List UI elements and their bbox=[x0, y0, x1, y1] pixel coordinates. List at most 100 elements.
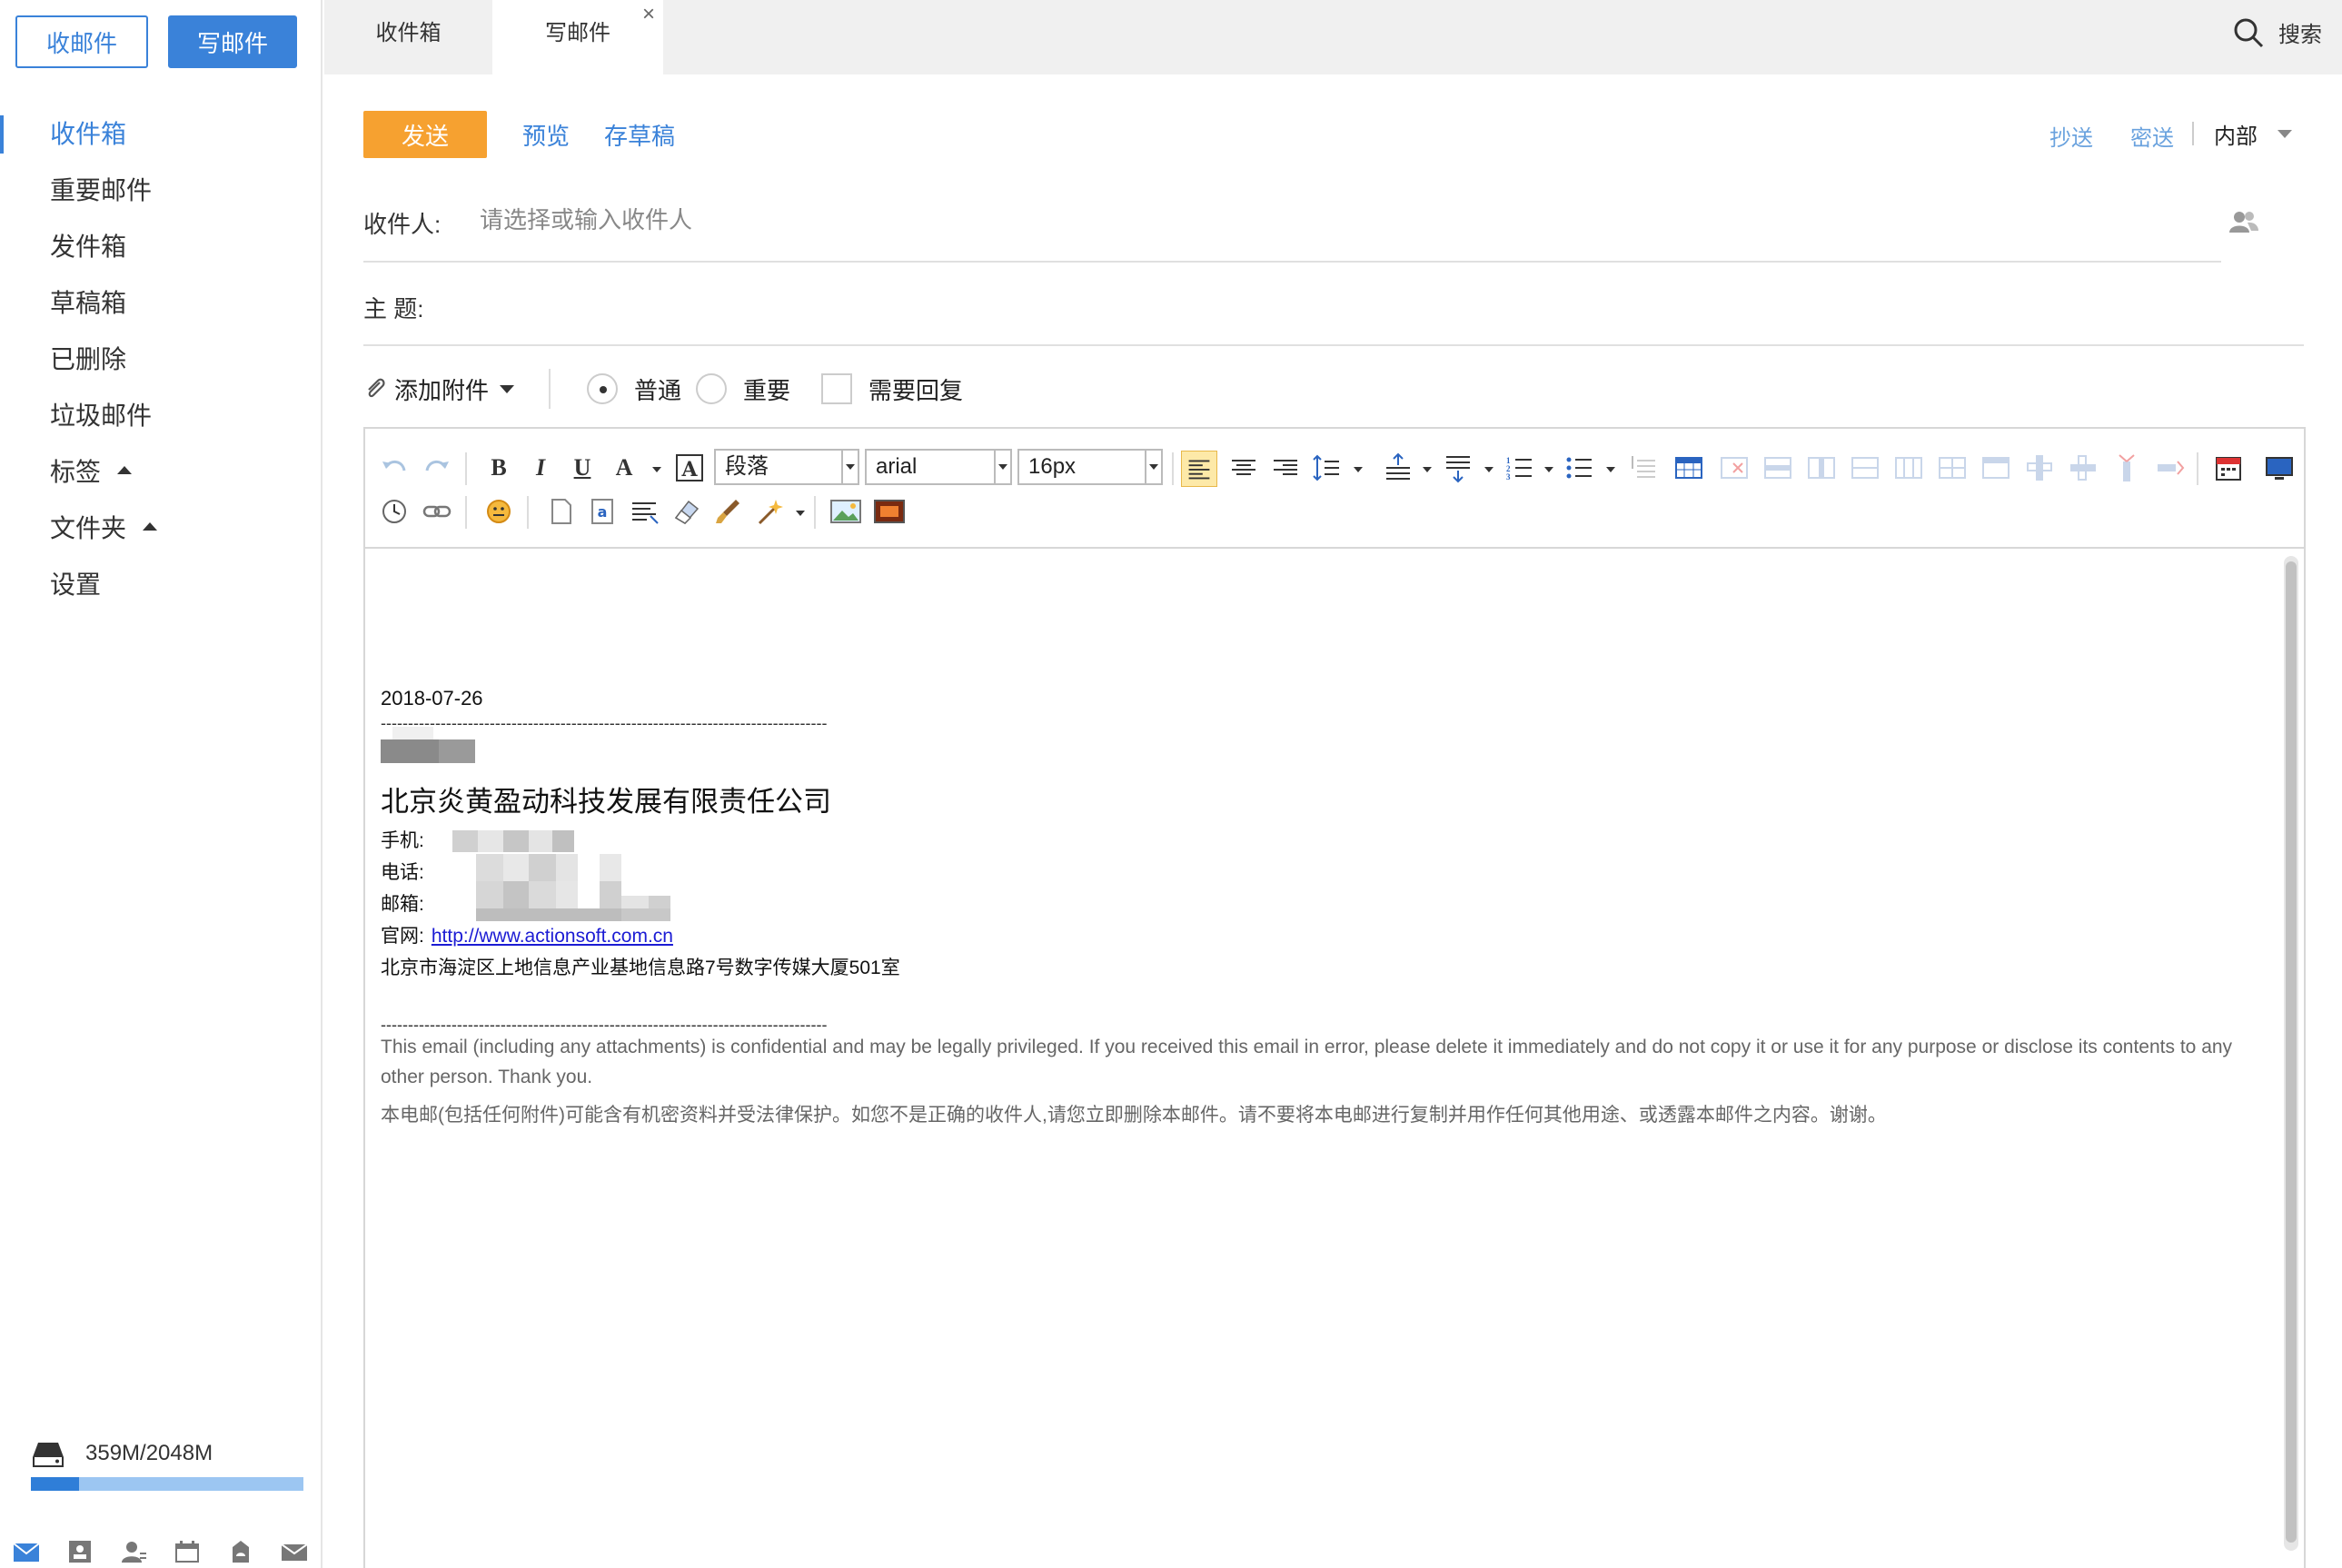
website-link[interactable]: http://www.actionsoft.com.cn bbox=[432, 926, 673, 947]
chevron-down-icon[interactable] bbox=[1423, 467, 1432, 472]
scrollbar-thumb[interactable] bbox=[2286, 561, 2297, 1543]
highlight-icon[interactable]: A bbox=[674, 452, 705, 483]
redacted-contact bbox=[600, 854, 621, 881]
table-props-icon[interactable] bbox=[1980, 452, 2011, 483]
row-insert-icon[interactable] bbox=[2068, 452, 2099, 483]
search-button[interactable]: 搜索 bbox=[2233, 16, 2322, 48]
scope-select[interactable]: 内部 bbox=[2214, 118, 2292, 150]
tab-compose[interactable]: 写邮件 bbox=[492, 0, 663, 74]
separator-line: ----------------------------------------… bbox=[381, 714, 828, 732]
person-icon[interactable] bbox=[120, 1540, 147, 1563]
mail-icon[interactable] bbox=[13, 1540, 41, 1563]
nav-item-important[interactable]: 重要邮件 bbox=[0, 163, 321, 219]
nav-item-drafts[interactable]: 草稿箱 bbox=[0, 275, 321, 332]
redacted-contact bbox=[452, 830, 478, 852]
redacted-contact bbox=[478, 830, 503, 852]
caret-up-icon[interactable] bbox=[117, 466, 133, 475]
to-label: 收件人: bbox=[363, 211, 442, 238]
align-center-icon[interactable] bbox=[1228, 452, 1259, 483]
font-size-select[interactable]: 16px bbox=[1017, 449, 1163, 485]
envelope-icon[interactable] bbox=[280, 1540, 308, 1563]
bold-icon[interactable]: B bbox=[483, 452, 514, 483]
table-insert-row-icon[interactable] bbox=[1762, 452, 1793, 483]
eraser-icon[interactable] bbox=[670, 496, 701, 527]
nav-item-tags[interactable]: 标签 bbox=[0, 444, 321, 501]
preview-link[interactable]: 预览 bbox=[522, 118, 570, 152]
chevron-down-icon[interactable] bbox=[1354, 467, 1363, 472]
add-attachment-button[interactable]: 添加附件 bbox=[363, 372, 515, 406]
receive-mail-button[interactable]: 收邮件 bbox=[15, 15, 148, 68]
nav-label: 文件夹 bbox=[50, 514, 127, 542]
contacts-card-icon[interactable] bbox=[66, 1540, 94, 1563]
undo-icon[interactable] bbox=[379, 452, 410, 483]
italic-icon[interactable]: I bbox=[525, 452, 556, 483]
nav-item-settings[interactable]: 设置 bbox=[0, 557, 321, 613]
contacts-icon[interactable] bbox=[2228, 209, 2260, 236]
calendar-icon[interactable] bbox=[174, 1540, 201, 1563]
emoji-icon[interactable] bbox=[483, 496, 514, 527]
nav-item-spam[interactable]: 垃圾邮件 bbox=[0, 388, 321, 444]
table-icon[interactable] bbox=[1673, 452, 1704, 483]
col-insert-icon[interactable] bbox=[2024, 452, 2055, 483]
chevron-down-icon[interactable] bbox=[1544, 467, 1553, 472]
preview-screen-icon[interactable] bbox=[2264, 452, 2295, 483]
para-spacing-bottom-icon[interactable] bbox=[1443, 452, 1474, 483]
link-icon[interactable] bbox=[422, 496, 452, 527]
image-icon[interactable] bbox=[829, 496, 863, 527]
font-color-icon[interactable]: A bbox=[609, 452, 640, 483]
table-split-icon[interactable] bbox=[1893, 452, 1924, 483]
nav-item-deleted[interactable]: 已删除 bbox=[0, 332, 321, 388]
close-icon[interactable]: × bbox=[642, 2, 655, 27]
date-icon[interactable] bbox=[2213, 452, 2244, 483]
cc-link[interactable]: 抄送 bbox=[2049, 120, 2093, 152]
col-delete-icon[interactable] bbox=[2111, 452, 2142, 483]
text-direction-icon[interactable] bbox=[1628, 452, 1659, 483]
subject-input[interactable] bbox=[445, 286, 2298, 323]
line-height-icon[interactable] bbox=[1312, 452, 1343, 483]
chevron-down-icon[interactable] bbox=[796, 511, 805, 516]
time-icon[interactable] bbox=[379, 496, 410, 527]
row-delete-icon[interactable] bbox=[2155, 452, 2186, 483]
paragraph-select[interactable]: 段落 bbox=[714, 449, 859, 485]
align-right-icon[interactable] bbox=[1270, 452, 1301, 483]
recipient-input[interactable] bbox=[480, 202, 2206, 238]
compose-mail-button[interactable]: 写邮件 bbox=[168, 15, 297, 68]
table-merge-icon[interactable] bbox=[1850, 452, 1881, 483]
chevron-down-icon[interactable] bbox=[1484, 467, 1494, 472]
send-button[interactable]: 发送 bbox=[363, 111, 487, 158]
nav-item-inbox[interactable]: 收件箱 bbox=[0, 106, 321, 163]
unordered-list-icon[interactable] bbox=[1564, 452, 1595, 483]
tab-inbox[interactable]: 收件箱 bbox=[324, 0, 492, 74]
magic-wand-icon[interactable] bbox=[754, 496, 785, 527]
underline-icon[interactable]: U bbox=[567, 452, 598, 483]
new-document-icon[interactable] bbox=[545, 496, 576, 527]
ordered-list-icon[interactable]: 123 bbox=[1504, 452, 1535, 483]
redacted-contact bbox=[552, 830, 574, 852]
chevron-down-icon[interactable] bbox=[1606, 467, 1615, 472]
priority-important-radio[interactable] bbox=[696, 373, 728, 404]
bcc-link[interactable]: 密送 bbox=[2130, 120, 2174, 152]
font-family-select[interactable]: arial bbox=[865, 449, 1012, 485]
select-all-icon[interactable]: a bbox=[587, 496, 618, 527]
priority-normal-radio[interactable] bbox=[587, 373, 619, 404]
table-cells-icon[interactable] bbox=[1937, 452, 1968, 483]
align-left-icon[interactable] bbox=[1181, 451, 1217, 487]
scrollbar[interactable] bbox=[2284, 556, 2298, 1551]
chevron-down-icon[interactable] bbox=[652, 467, 661, 472]
media-icon[interactable] bbox=[872, 496, 907, 527]
table-insert-col-icon[interactable] bbox=[1806, 452, 1837, 483]
format-painter-icon[interactable] bbox=[712, 496, 743, 527]
need-reply-checkbox[interactable] bbox=[821, 373, 853, 404]
caret-up-icon[interactable] bbox=[143, 522, 158, 531]
nav-item-folders[interactable]: 文件夹 bbox=[0, 501, 321, 557]
nav-label: 已删除 bbox=[50, 345, 127, 373]
editor-content[interactable]: 2018-07-26 -----------------------------… bbox=[365, 551, 2268, 1568]
table-delete-icon[interactable] bbox=[1719, 452, 1750, 483]
nav-item-sent[interactable]: 发件箱 bbox=[0, 219, 321, 275]
redacted-contact bbox=[529, 854, 556, 881]
para-spacing-top-icon[interactable] bbox=[1383, 452, 1414, 483]
remove-format-icon[interactable] bbox=[629, 496, 660, 527]
cloud-disk-icon[interactable] bbox=[227, 1540, 254, 1563]
redo-icon[interactable] bbox=[422, 452, 452, 483]
save-draft-link[interactable]: 存草稿 bbox=[604, 118, 675, 152]
